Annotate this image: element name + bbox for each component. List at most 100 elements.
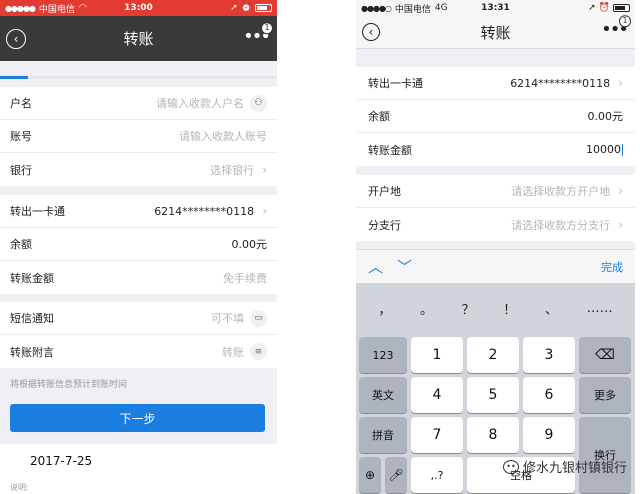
book-icon[interactable]: ▭ xyxy=(250,309,267,327)
bank-select-row[interactable]: 银行 选择银行 › xyxy=(0,153,277,186)
row-label: 开户地 xyxy=(368,185,401,198)
card-number: 6214********0118 xyxy=(154,204,255,218)
digit-key[interactable]: 4 xyxy=(411,377,463,413)
row-label: 银行 xyxy=(10,163,32,177)
amount-row[interactable]: 转账金额 免手续费 xyxy=(0,261,277,294)
microphone-key[interactable]: 🎤︎ xyxy=(385,457,407,493)
bank-select[interactable]: 选择银行 xyxy=(210,162,254,178)
balance-row: 余额 0.00元 xyxy=(356,100,635,133)
text-caret xyxy=(622,144,623,156)
source-card-row[interactable]: 转出一卡通 6214********0118 › xyxy=(0,195,277,228)
region-row[interactable]: 开户地 请选择收款方开户地 › xyxy=(356,175,635,208)
status-time: 13:31 xyxy=(481,3,510,13)
list-icon[interactable]: ≡ xyxy=(250,343,267,360)
digit-key[interactable]: 9 xyxy=(523,417,575,453)
backspace-icon: ⌫ xyxy=(595,347,615,363)
memo-input[interactable]: 转账 xyxy=(222,344,244,360)
punct-key[interactable]: 、 xyxy=(545,299,558,318)
globe-key[interactable]: ⊕ xyxy=(359,457,381,493)
balance-value: 0.00元 xyxy=(231,238,268,251)
row-label: 转出一卡通 xyxy=(10,205,65,218)
amount-value: 10000 xyxy=(586,143,621,156)
notification-badge: 1 xyxy=(261,21,273,34)
punct-key[interactable]: ！ xyxy=(503,299,516,318)
page-title: 转账 xyxy=(123,30,154,48)
account-group: 转出一卡通 6214********0118 › 余额 0.00元 转账金额 免… xyxy=(0,195,277,294)
wechat-icon: •• xyxy=(502,459,519,474)
payee-name-input[interactable]: 请输入收款人户名 xyxy=(156,95,244,111)
chevron-left-icon: ‹ xyxy=(368,25,374,39)
next-field-icon[interactable]: ﹀ xyxy=(397,256,412,277)
nav-bar: ‹ 转账 ••• 1 xyxy=(356,15,635,49)
digit-key[interactable]: 2 xyxy=(467,337,519,373)
digit-key[interactable]: 1 xyxy=(411,337,463,373)
balance-row: 余额 0.00元 xyxy=(0,228,277,261)
row-label: 短信通知 xyxy=(10,312,54,325)
branch-row[interactable]: 分支行 请选择收款方分支行 › xyxy=(356,208,635,241)
row-label: 转账金额 xyxy=(10,271,54,285)
nav-bar: ‹ 转账 ••• 1 xyxy=(0,16,277,61)
done-button[interactable]: 完成 xyxy=(601,259,623,275)
backspace-key[interactable]: ⌫ xyxy=(579,337,631,373)
battery-icon xyxy=(613,4,630,12)
progress-bar xyxy=(0,76,277,79)
more-key[interactable]: 更多 xyxy=(579,377,631,413)
mode-pinyin-key[interactable]: 拼音 xyxy=(359,417,407,453)
right-transfer-screen: ●●●●○ 中国电信 4G 13:31 ➚ ⏰ ‹ 转账 ••• 1 转出一卡通 621… xyxy=(356,0,635,494)
punct-key[interactable]: …… xyxy=(587,301,613,316)
punct-key[interactable]: ， xyxy=(378,299,391,318)
punct-key[interactable]: 。 xyxy=(420,299,433,318)
chevron-right-icon: › xyxy=(618,217,623,232)
punct-key[interactable]: ？ xyxy=(462,299,475,318)
row-label: 转账金额 xyxy=(368,143,412,157)
region-select[interactable]: 请选择收款方开户地 xyxy=(511,183,610,199)
row-label: 户名 xyxy=(10,97,32,110)
digit-key[interactable]: 5 xyxy=(467,377,519,413)
arrival-hint: 将根据转账信息预计到账时间 xyxy=(10,380,128,390)
progress-fill xyxy=(0,76,28,79)
notification-badge: 1 xyxy=(619,15,631,28)
amount-input[interactable]: 10000 xyxy=(586,143,623,156)
back-button[interactable]: ‹ xyxy=(362,23,380,41)
row-label: 分支行 xyxy=(368,218,401,232)
row-label: 转账附言 xyxy=(10,345,54,359)
watermark: •• 修水九银村镇银行 xyxy=(502,457,627,476)
digit-key[interactable]: 8 xyxy=(467,417,519,453)
punctuation-row: ， 。 ？ ！ 、 …… xyxy=(356,283,635,333)
more-button[interactable]: ••• 1 xyxy=(601,15,631,39)
mode-123-key[interactable]: 123 xyxy=(359,337,407,373)
card-number: 6214********0118 xyxy=(510,76,611,90)
back-button[interactable]: ‹ xyxy=(6,28,26,49)
date-overlay: 2017-7-25 说明: xyxy=(0,444,277,494)
next-button[interactable]: 下一步 xyxy=(10,404,265,432)
enter-key[interactable]: 换行 xyxy=(579,417,631,493)
left-transfer-screen: ●●●●● 中国电信 ◠ 13:00 ➚ ⏰ ‹ 转账 ••• 1 户名 请输入收款人户… xyxy=(0,0,277,494)
battery-icon xyxy=(255,4,272,12)
punctuation-key[interactable]: ,.? xyxy=(411,457,463,493)
digit-key[interactable]: 6 xyxy=(523,377,575,413)
payee-account-row[interactable]: 账号 请输入收款人账号 xyxy=(0,120,277,153)
source-card-row[interactable]: 转出一卡通 6214********0118 › xyxy=(356,67,635,100)
date-text: 2017-7-25 xyxy=(30,454,93,468)
memo-row[interactable]: 转账附言 转账 ≡ xyxy=(0,335,277,368)
page-title: 转账 xyxy=(480,23,511,42)
mode-english-key[interactable]: 英文 xyxy=(359,377,407,413)
sms-row[interactable]: 短信通知 可不填 ▭ xyxy=(0,302,277,335)
person-icon[interactable]: ⚇ xyxy=(250,94,267,112)
amount-row[interactable]: 转账金额 10000 xyxy=(356,133,635,166)
digit-key[interactable]: 3 xyxy=(523,337,575,373)
keyboard-toolbar: ︿ ﹀ 完成 xyxy=(356,249,635,283)
sms-input[interactable]: 可不填 xyxy=(211,310,244,326)
digit-key[interactable]: 7 xyxy=(411,417,463,453)
globe-icon: ⊕ xyxy=(364,468,376,482)
payee-group: 开户地 请选择收款方开户地 › 分支行 请选择收款方分支行 › xyxy=(356,175,635,241)
row-label: 账号 xyxy=(10,130,32,143)
payee-name-row[interactable]: 户名 请输入收款人户名 ⚇ xyxy=(0,87,277,120)
prev-field-icon[interactable]: ︿ xyxy=(368,256,383,277)
branch-select[interactable]: 请选择收款方分支行 xyxy=(511,217,610,233)
watermark-text: 修水九银村镇银行 xyxy=(522,461,627,476)
payee-account-input[interactable]: 请输入收款人账号 xyxy=(179,128,267,144)
more-button[interactable]: ••• 1 xyxy=(243,21,273,46)
amount-input[interactable]: 免手续费 xyxy=(223,270,267,286)
payee-group: 户名 请输入收款人户名 ⚇ 账号 请输入收款人账号 银行 选择银行 › xyxy=(0,87,277,186)
